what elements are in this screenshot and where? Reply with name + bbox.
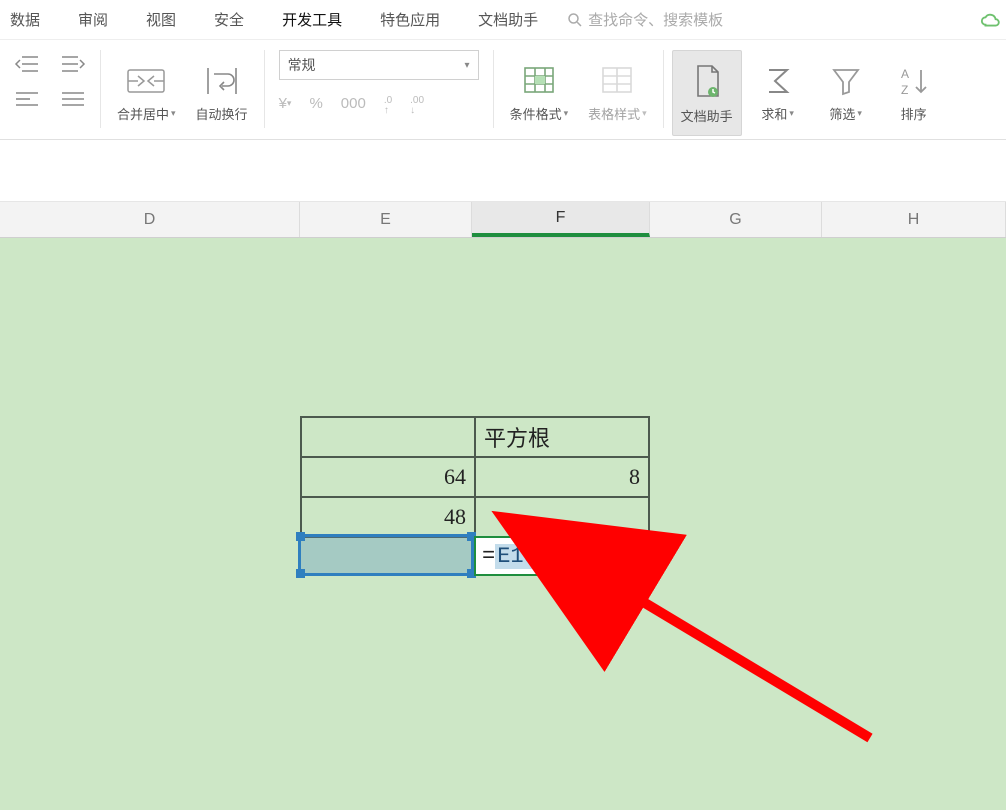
- formula-reference-token: E19: [495, 544, 539, 569]
- filter-label: 筛选: [829, 104, 855, 123]
- search-placeholder: 查找命令、搜索模板: [588, 9, 723, 30]
- command-search[interactable]: 查找命令、搜索模板: [566, 9, 723, 30]
- ribbon-separator: [100, 50, 101, 128]
- align-justify-icon[interactable]: [60, 90, 86, 108]
- chevron-down-icon: ▾: [465, 60, 470, 71]
- table-row: 48: [301, 497, 649, 537]
- ribbon-separator: [663, 50, 664, 128]
- ribbon-separator: [493, 50, 494, 128]
- tab-doc-assistant[interactable]: 文档助手: [478, 9, 538, 30]
- cell-e18[interactable]: 64: [301, 457, 475, 497]
- tab-special[interactable]: 特色应用: [380, 9, 440, 30]
- column-header-row: D E F G H: [0, 202, 1006, 238]
- cell-f18[interactable]: 8: [475, 457, 649, 497]
- number-format-group: 常规 ▾ ¥▾ % 000 .0↑ .00↓: [273, 50, 485, 140]
- increase-indent-icon[interactable]: [60, 54, 86, 74]
- svg-text:A: A: [901, 67, 909, 81]
- decrease-indent-icon[interactable]: [14, 54, 40, 74]
- wrap-text-icon: [202, 64, 242, 98]
- merge-center-icon: [124, 64, 168, 98]
- tab-developer[interactable]: 开发工具: [282, 9, 342, 30]
- sigma-icon: [761, 64, 795, 98]
- cell-e19[interactable]: 48: [301, 497, 475, 537]
- ribbon-toolbar: 合并居中▾ 自动换行 常规 ▾ ¥▾ % 000 .0↑ .00↓ 条件格式▾: [0, 40, 1006, 140]
- ribbon-separator: [264, 50, 265, 128]
- number-format-select[interactable]: 常规 ▾: [279, 50, 479, 80]
- chevron-down-icon: ▾: [564, 108, 569, 119]
- formula-bar-area: [0, 140, 1006, 202]
- table-row: 64 8: [301, 457, 649, 497]
- autosum-label: 求和: [761, 104, 787, 123]
- column-header-f[interactable]: F: [472, 202, 650, 237]
- column-header-d[interactable]: D: [0, 202, 300, 237]
- filter-button[interactable]: 筛选▾: [814, 50, 878, 136]
- indent-group: [8, 50, 92, 140]
- column-header-e[interactable]: E: [300, 202, 472, 237]
- cell-f17[interactable]: 平方根: [475, 417, 649, 457]
- sort-label: 排序: [901, 104, 927, 123]
- tab-data[interactable]: 数据: [10, 9, 40, 30]
- table-style-button[interactable]: 表格样式▾: [580, 50, 655, 136]
- formula-tail: ^0.5: [539, 544, 592, 569]
- chevron-down-icon: ▾: [857, 108, 862, 119]
- sort-icon: AZ: [899, 64, 929, 98]
- data-table: 平方根 64 8 48: [300, 416, 650, 538]
- align-left-icon[interactable]: [14, 90, 40, 108]
- cell-f19-placeholder[interactable]: [475, 497, 649, 537]
- wrap-text-label: 自动换行: [196, 104, 248, 123]
- column-header-g[interactable]: G: [650, 202, 822, 237]
- tab-safe[interactable]: 安全: [214, 9, 244, 30]
- autosum-button[interactable]: 求和▾: [746, 50, 810, 136]
- tab-view[interactable]: 视图: [146, 9, 176, 30]
- conditional-format-button[interactable]: 条件格式▾: [502, 50, 577, 136]
- doc-assistant-label: 文档助手: [681, 106, 733, 125]
- reference-selection: [298, 534, 474, 576]
- table-style-icon: [597, 64, 637, 98]
- increase-decimal-icon[interactable]: .0↑: [384, 90, 392, 116]
- currency-format-icon[interactable]: ¥▾: [279, 95, 292, 112]
- cell-e17[interactable]: [301, 417, 475, 457]
- selection-handle[interactable]: [296, 569, 305, 578]
- doc-assistant-icon: [690, 62, 724, 100]
- spreadsheet-grid[interactable]: 平方根 64 8 48 =E19^0.5: [0, 238, 1006, 810]
- sync-cloud-icon[interactable]: [980, 10, 1002, 36]
- number-format-value: 常规: [288, 55, 316, 75]
- fill-handle[interactable]: [644, 570, 653, 579]
- sort-button[interactable]: AZ 排序: [882, 50, 946, 136]
- search-icon: [566, 11, 584, 29]
- active-cell-editor[interactable]: =E19^0.5: [474, 536, 650, 576]
- formula-equals: =: [482, 544, 495, 569]
- conditional-format-icon: [519, 64, 559, 98]
- table-style-label: 表格样式: [588, 104, 640, 123]
- decrease-decimal-icon[interactable]: .00↓: [410, 90, 424, 116]
- svg-text:Z: Z: [901, 83, 908, 97]
- percent-format-icon[interactable]: %: [309, 95, 322, 112]
- chevron-down-icon: ▾: [171, 108, 176, 119]
- conditional-format-label: 条件格式: [510, 104, 562, 123]
- merge-center-button[interactable]: 合并居中▾: [109, 50, 184, 136]
- menu-tab-bar: 数据 审阅 视图 安全 开发工具 特色应用 文档助手 查找命令、搜索模板: [0, 0, 1006, 40]
- chevron-down-icon: ▾: [789, 108, 794, 119]
- comma-format-icon[interactable]: 000: [341, 95, 366, 112]
- doc-assistant-button[interactable]: 文档助手: [672, 50, 742, 136]
- tab-review[interactable]: 审阅: [78, 9, 108, 30]
- merge-center-label: 合并居中: [117, 104, 169, 123]
- chevron-down-icon: ▾: [642, 108, 647, 119]
- wrap-text-button[interactable]: 自动换行: [188, 50, 256, 136]
- funnel-icon: [830, 64, 862, 98]
- column-header-h[interactable]: H: [822, 202, 1006, 237]
- table-row: 平方根: [301, 417, 649, 457]
